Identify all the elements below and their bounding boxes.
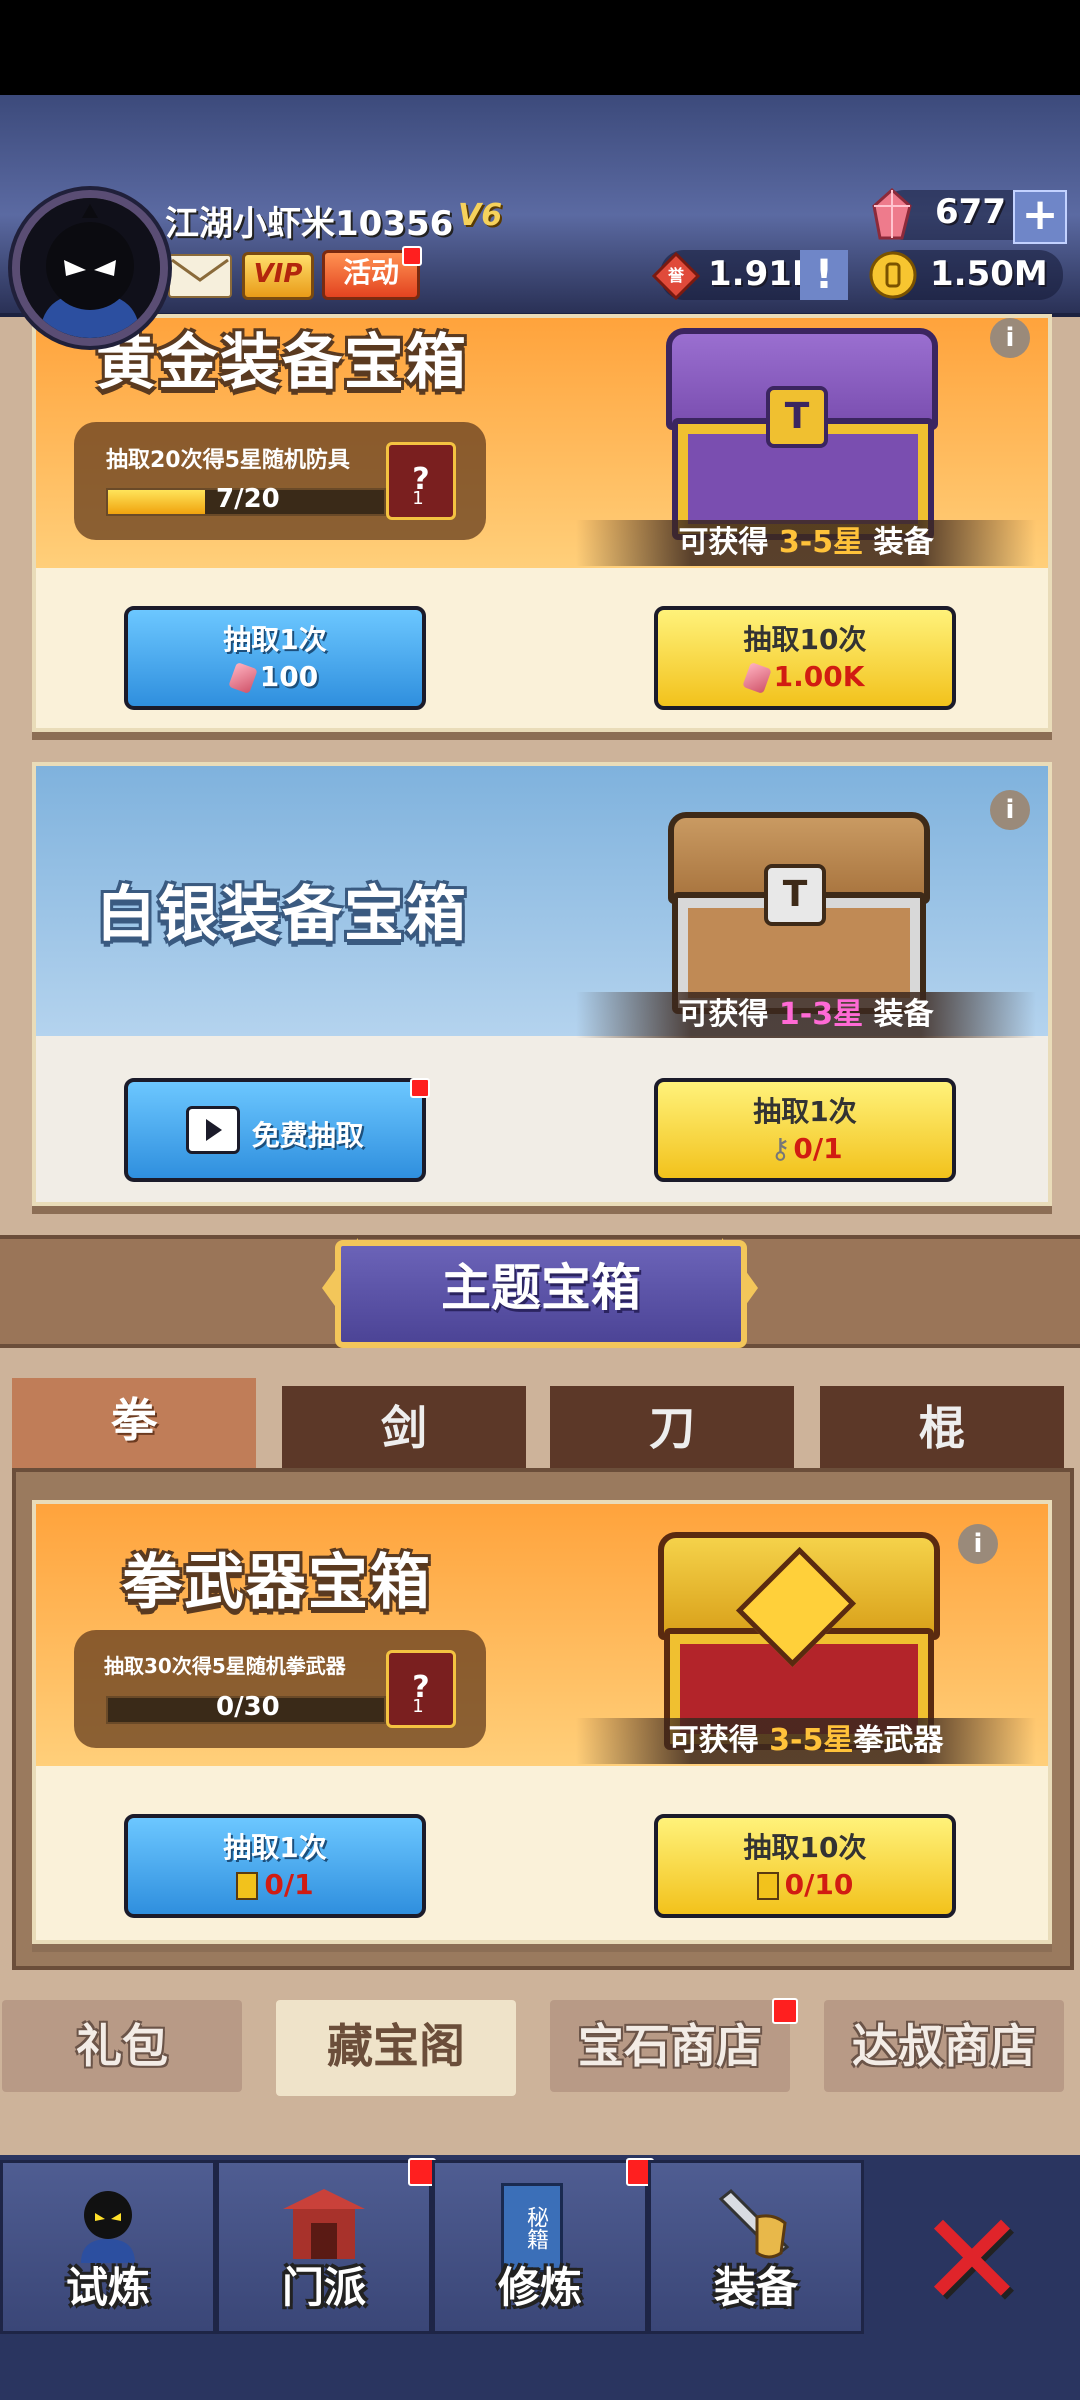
gold-chest-info-icon[interactable]: i <box>990 318 1030 358</box>
fist-draw10-cost: 0/10 <box>784 1868 854 1901</box>
fist-chest-title: 拳武器宝箱 <box>122 1548 432 1618</box>
silver-free-draw-button[interactable]: 免费抽取 <box>124 1078 426 1182</box>
nav-trial[interactable]: 试炼 <box>0 2160 216 2334</box>
vip-level-badge: V6 <box>458 198 503 233</box>
gem-icon <box>227 662 258 694</box>
tab-treasure-pavilion[interactable]: 藏宝阁 <box>276 2000 516 2096</box>
nav-trial-label: 试炼 <box>65 2263 150 2312</box>
key-icon: ⚷ <box>770 1132 791 1165</box>
gold-reward-range: 3-5星 <box>778 525 864 560</box>
tab-staff[interactable]: 棍 <box>820 1386 1064 1468</box>
gold-reward-ribbon: 可获得 3-5星 装备 <box>576 520 1036 566</box>
gold-chest-image: T <box>666 328 956 540</box>
silver-chest-image: T <box>668 812 930 1014</box>
fist-reward-ribbon: 可获得 3-5星拳武器 <box>576 1718 1036 1764</box>
nav-cultivate-label: 修炼 <box>497 2263 582 2312</box>
silver-reward-prefix: 可获得 <box>678 997 769 1032</box>
nav-sect-label: 门派 <box>281 2263 366 2312</box>
gold-progress-fill <box>108 490 205 514</box>
fist-draw10-label: 抽取10次 <box>743 1831 867 1864</box>
silver-chest-title: 白银装备宝箱 <box>96 880 468 950</box>
gold-chest-panel: 黄金装备宝箱 i 抽取20次得5星随机防具 7/20 ? 1 T 可获得 3-5… <box>32 314 1052 732</box>
fist-card-count: 1 <box>412 1696 424 1717</box>
gem-icon <box>872 187 912 240</box>
tab-gem-shop[interactable]: 宝石商店 <box>550 2000 790 2092</box>
status-bar <box>0 0 1080 95</box>
gold-draw1-button[interactable]: 抽取1次 100 <box>124 606 426 710</box>
silver-reward-range: 1-3星 <box>778 997 864 1032</box>
nav-equipment-label: 装备 <box>713 2263 798 2312</box>
fist-draw1-button[interactable]: 抽取1次 0/1 <box>124 1814 426 1918</box>
activity-notification-dot <box>402 246 422 266</box>
video-play-icon <box>186 1106 241 1154</box>
gem-count: 677 <box>935 192 1006 232</box>
gold-progress-text: 抽取20次得5星随机防具 <box>106 448 350 473</box>
fist-reward-suffix: 拳武器 <box>853 1723 944 1758</box>
username: 江湖小虾米10356 <box>165 204 454 244</box>
gold-draw1-label: 抽取1次 <box>223 623 327 656</box>
tab-blade[interactable]: 刀 <box>550 1386 794 1468</box>
tab-fist[interactable]: 拳 <box>12 1378 256 1470</box>
free-draw-notification-dot <box>410 1078 430 1098</box>
tab-gift-pack[interactable]: 礼包 <box>2 2000 242 2092</box>
silver-reward-suffix: 装备 <box>873 997 934 1032</box>
silver-reward-ribbon: 可获得 1-3星 装备 <box>576 992 1036 1038</box>
free-draw-label: 免费抽取 <box>251 1119 364 1152</box>
ticket-icon <box>756 1872 779 1900</box>
sword-shield-icon <box>718 2188 790 2259</box>
fist-chest-info-icon[interactable]: i <box>958 1524 998 1564</box>
gold-draw10-cost: 1.00K <box>773 660 865 693</box>
ninja-icon <box>81 2191 135 2263</box>
gold-card-count: 1 <box>412 488 424 509</box>
temple-gate-icon <box>283 2189 365 2259</box>
gold-progress-value: 7/20 <box>216 484 280 514</box>
fist-progress-text: 抽取30次得5星随机拳武器 <box>104 1654 346 1678</box>
nav-cultivate[interactable]: 秘籍 修炼 <box>432 2160 648 2334</box>
token-info-button[interactable]: ! <box>800 250 848 300</box>
fist-reward-range: 3-5星 <box>769 1723 854 1758</box>
honor-token-label: 誉 <box>667 266 684 285</box>
gold-reward-prefix: 可获得 <box>678 525 769 560</box>
ticket-icon <box>236 1872 259 1900</box>
mail-icon[interactable] <box>168 254 232 298</box>
vip-button[interactable]: VIP <box>242 252 314 300</box>
silver-draw1-button[interactable]: 抽取1次 ⚷0/1 <box>654 1078 956 1182</box>
add-gems-button[interactable]: + <box>1013 190 1067 244</box>
coin-count: 1.50M <box>930 254 1048 294</box>
silver-draw1-label: 抽取1次 <box>753 1095 857 1128</box>
gold-chest-title: 黄金装备宝箱 <box>96 328 468 398</box>
tab-sword[interactable]: 剑 <box>282 1386 526 1468</box>
gold-draw10-label: 抽取10次 <box>743 623 867 656</box>
gold-reward-suffix: 装备 <box>873 525 934 560</box>
fist-chest-panel: 拳武器宝箱 i 抽取30次得5星随机拳武器 0/30 ? 1 可获得 3-5星拳… <box>32 1500 1052 1944</box>
fist-progress-value: 0/30 <box>216 1692 280 1722</box>
silver-chest-info-icon[interactable]: i <box>990 790 1030 830</box>
gold-draw1-cost: 100 <box>259 660 319 693</box>
close-icon[interactable]: ✕ <box>912 2195 1032 2325</box>
gem-icon <box>741 662 772 694</box>
fist-reward-prefix: 可获得 <box>668 1723 759 1758</box>
silver-draw1-cost: 0/1 <box>793 1132 843 1165</box>
gold-draw10-button[interactable]: 抽取10次 1.00K <box>654 606 956 710</box>
player-avatar[interactable] <box>12 190 168 346</box>
gem-shop-notification-dot <box>772 1998 798 2024</box>
silver-chest-panel: 白银装备宝箱 i T 可获得 1-3星 装备 免费抽取 抽取1次 ⚷0/1 <box>32 762 1052 1206</box>
fist-draw1-cost: 0/1 <box>264 1868 314 1901</box>
nav-equipment[interactable]: 装备 <box>648 2160 864 2334</box>
tab-uncle-da-shop[interactable]: 达叔商店 <box>824 2000 1064 2092</box>
fist-draw10-button[interactable]: 抽取10次 0/10 <box>654 1814 956 1918</box>
coin-icon <box>868 250 918 300</box>
ninja-avatar-icon <box>20 198 160 338</box>
fist-draw1-label: 抽取1次 <box>223 1831 327 1864</box>
theme-chest-banner: 主题宝箱 <box>335 1240 747 1348</box>
nav-sect[interactable]: 门派 <box>216 2160 432 2334</box>
